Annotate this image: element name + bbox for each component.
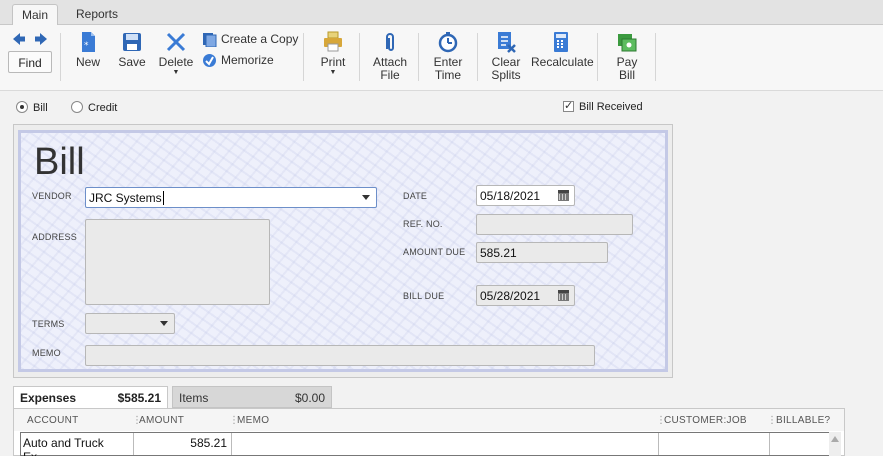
cell-customer-job[interactable] [659,433,770,455]
clear-splits-button[interactable]: Clear Splits [490,31,522,82]
toolbar-separator [418,33,419,81]
chevron-down-icon[interactable] [362,195,370,200]
bill-due-field[interactable]: 05/28/2021 [476,285,575,306]
stopwatch-icon [438,32,458,53]
bill-radio[interactable] [16,101,28,113]
bill-received-checkbox[interactable] [563,99,574,112]
save-button[interactable]: Save [117,31,147,69]
memo-label: MEMO [32,348,61,358]
cell-billable[interactable] [770,433,830,455]
toolbar-separator [655,33,656,81]
attach-file-button[interactable]: Attach File [372,31,408,82]
ribbon-tab-bar: Main Reports [0,0,883,26]
expenses-tab-amount: $585.21 [117,391,161,405]
calendar-icon[interactable] [558,290,569,301]
copy-icon [203,33,217,48]
chevron-down-icon: ▼ [329,69,337,76]
column-header-customer-job[interactable]: CUSTOMER:JOB [664,415,747,426]
toolbar-separator [477,33,478,81]
bill-form: Bill VENDOR JRC Systems ADDRESS TERMS ME… [18,130,668,372]
table-header: ACCOUNT ⋮ AMOUNT ⋮ MEMO ⋮ CUSTOMER:JOB ⋮… [14,409,844,431]
delete-button[interactable]: Delete ▼ [158,31,194,77]
amount-due-value: 585.21 [480,246,517,260]
pay-bill-button[interactable]: Pay Bill [612,31,642,82]
table-row[interactable]: Auto and Truck Ex... 585.21 [20,432,832,456]
bill-radio-label: Bill [33,102,48,114]
tab-main[interactable]: Main [12,4,58,26]
date-value: 05/18/2021 [480,189,541,203]
next-arrow-icon[interactable] [34,32,48,46]
column-header-account[interactable]: ACCOUNT [27,415,79,426]
new-button[interactable]: * New [74,31,102,69]
terms-dropdown[interactable] [85,313,175,334]
amount-due-field[interactable]: 585.21 [476,242,608,263]
paperclip-icon [386,33,394,51]
clear-splits-icon [498,32,516,53]
cell-memo[interactable] [232,433,659,455]
vendor-value: JRC Systems [89,191,162,205]
toolbar: Find * New Save Delete ▼ Create a Copy M… [0,25,883,91]
tab-reports[interactable]: Reports [66,4,128,25]
bill-form-panel: Bill VENDOR JRC Systems ADDRESS TERMS ME… [13,124,673,378]
items-tab-amount: $0.00 [294,391,325,405]
chevron-down-icon [160,321,168,326]
memo-field[interactable] [85,345,595,366]
toolbar-separator [303,33,304,81]
ref-no-field[interactable] [476,214,633,235]
delete-x-icon [166,32,186,52]
date-label: DATE [403,191,428,201]
pay-bill-icon [618,34,637,52]
cell-amount[interactable]: 585.21 [134,433,232,455]
new-document-icon: * [82,32,95,52]
text-cursor [162,191,164,205]
address-label: ADDRESS [32,232,77,242]
credit-radio[interactable] [71,101,83,113]
find-button[interactable]: Find [8,51,52,73]
bill-received-label: Bill Received [579,101,643,113]
vertical-scrollbar[interactable] [829,432,841,456]
bill-due-value: 05/28/2021 [480,289,541,303]
recalculate-button[interactable]: Recalculate [531,31,594,69]
calculator-icon [554,32,568,52]
column-header-billable[interactable]: BILLABLE? [776,415,830,426]
expenses-tab-label: Expenses [20,391,77,405]
printer-icon [324,31,342,52]
tab-expenses[interactable]: Expenses $585.21 [13,386,168,408]
amount-due-label: AMOUNT DUE [403,247,466,257]
credit-radio-label: Credit [88,102,118,114]
create-copy-button[interactable]: Create a Copy [202,32,298,48]
form-title: Bill [34,141,85,183]
calendar-icon[interactable] [558,190,569,201]
enter-time-button[interactable]: Enter Time [432,31,464,82]
terms-label: TERMS [32,319,65,329]
tab-items[interactable]: Items $0.00 [172,386,332,408]
items-tab-label: Items [179,391,209,405]
save-disk-icon [123,33,141,51]
ref-no-label: REF. NO. [403,219,443,229]
toolbar-separator [60,33,61,81]
previous-arrow-icon[interactable] [12,32,26,46]
date-field[interactable]: 05/18/2021 [476,185,575,206]
vendor-field[interactable]: JRC Systems [85,187,377,208]
memorize-icon [203,54,216,68]
column-header-memo[interactable]: MEMO [237,415,269,426]
bill-due-label: BILL DUE [403,291,445,301]
chevron-down-icon: ▼ [172,69,180,76]
svg-text:*: * [84,41,89,51]
print-button[interactable]: Print ▼ [320,31,346,77]
expenses-table: ACCOUNT ⋮ AMOUNT ⋮ MEMO ⋮ CUSTOMER:JOB ⋮… [13,408,845,456]
vendor-label: VENDOR [32,191,72,201]
address-field[interactable] [85,219,270,305]
memorize-button[interactable]: Memorize [202,53,274,68]
toolbar-separator [597,33,598,81]
column-header-amount[interactable]: AMOUNT [139,415,184,426]
cell-account[interactable]: Auto and Truck Ex... [21,433,134,456]
toolbar-separator [359,33,360,81]
